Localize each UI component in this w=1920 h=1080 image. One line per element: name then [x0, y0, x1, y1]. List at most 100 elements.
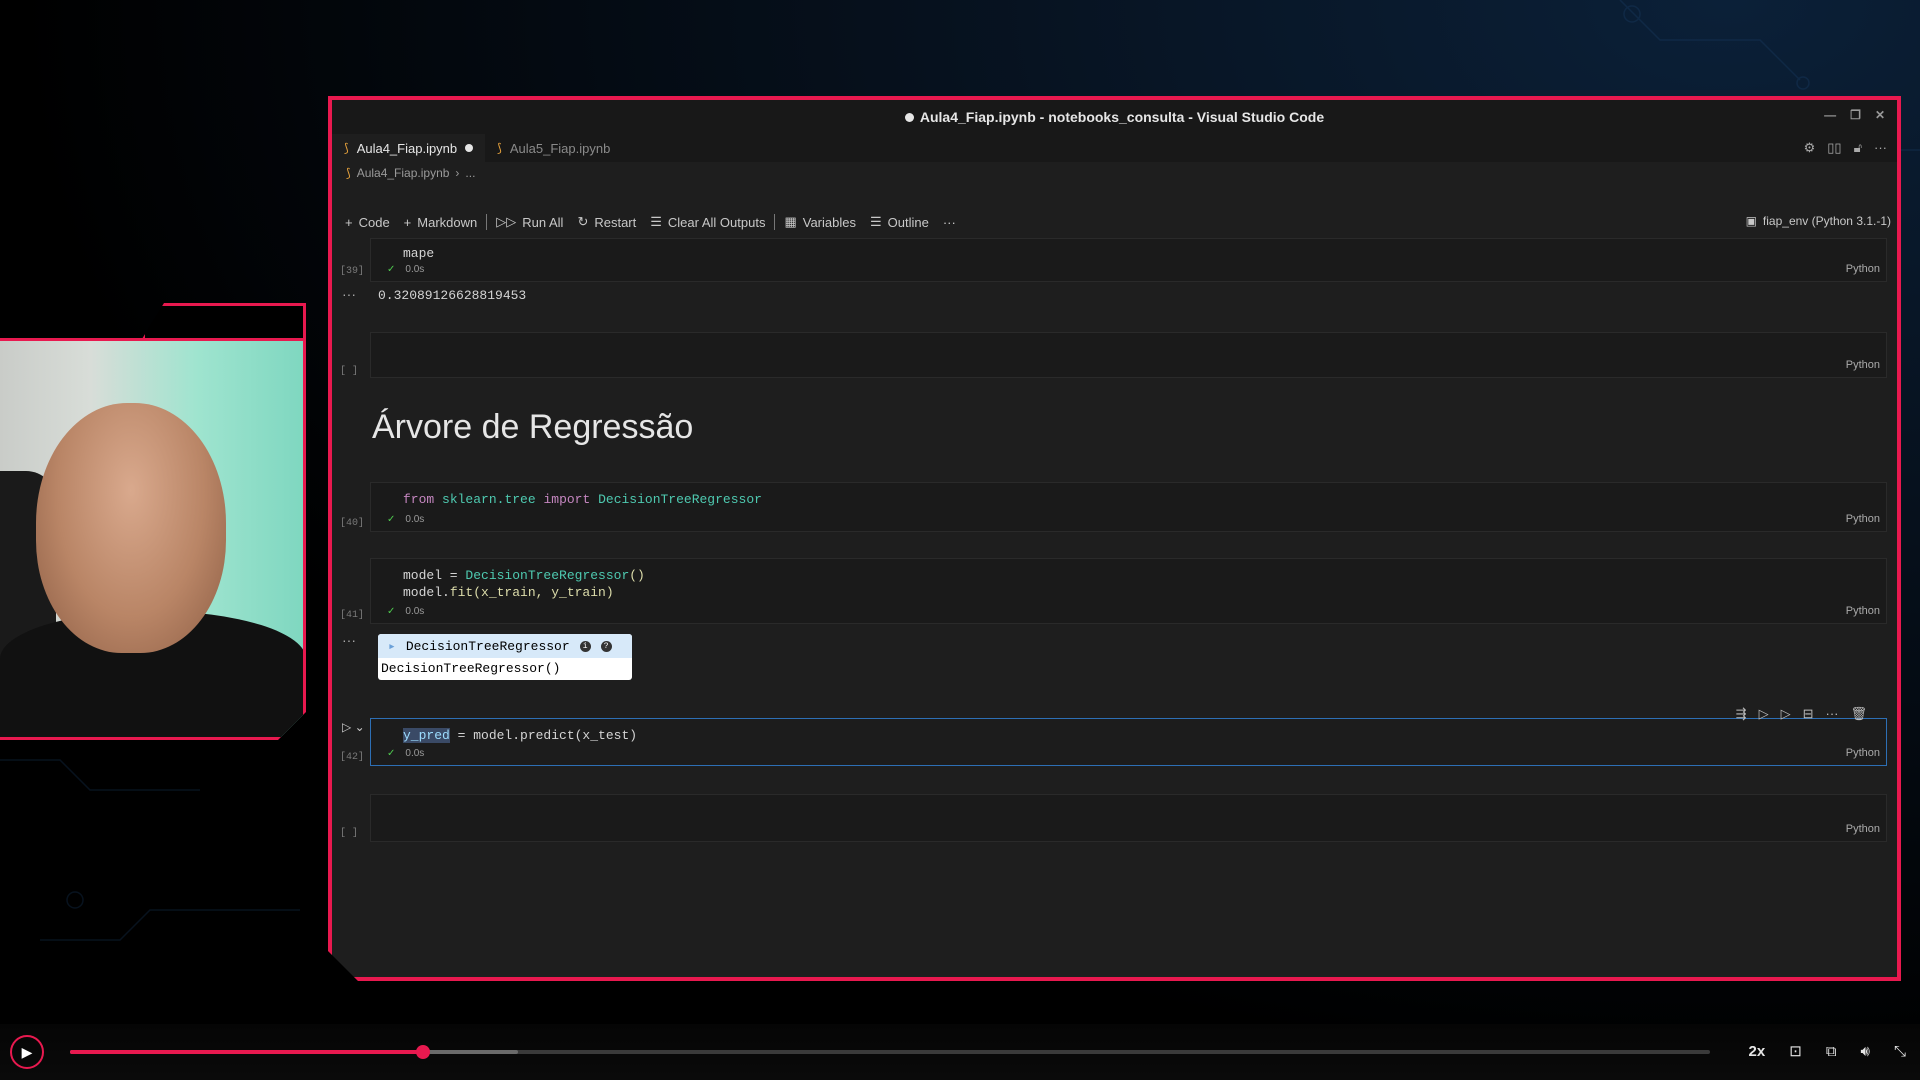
delete-cell-icon[interactable]: 🗑︎	[1850, 706, 1867, 722]
widget-body: DecisionTreeRegressor()	[381, 661, 561, 676]
cell-status: ✓ 0.0s	[387, 514, 424, 525]
code-cell-42[interactable]: y_pred = model.predict(x_test) ✓ 0.0s Py…	[370, 718, 1887, 766]
token-class: DecisionTreeRegressor	[465, 568, 630, 583]
webcam-frame-tab	[142, 303, 306, 339]
run-all-icon: ▷▷	[496, 214, 517, 229]
lock-icon[interactable]: 🔓︎	[1854, 140, 1862, 156]
more-cell-actions-icon[interactable]: ···	[1825, 706, 1838, 722]
vscode-window: Aula4_Fiap.ipynb - notebooks_consulta - …	[328, 96, 1901, 981]
restart-button[interactable]: ↻ Restart	[570, 214, 643, 230]
execution-count: [ ]	[340, 828, 359, 839]
variables-button[interactable]: ▦ Variables	[777, 214, 863, 230]
run-cell-button[interactable]: ▷ ⌄	[342, 720, 365, 734]
cell-code[interactable]: y_pred = model.predict(x_test)	[371, 719, 1886, 744]
toolbar-divider	[486, 214, 487, 230]
cell-language[interactable]: Python	[1846, 359, 1880, 371]
kernel-icon: ▣	[1745, 214, 1757, 228]
check-icon: ✓	[387, 748, 396, 759]
breadcrumb-rest[interactable]: ...	[465, 166, 475, 180]
tab-label: Aula4_Fiap.ipynb	[356, 140, 458, 156]
kernel-picker[interactable]: ▣ fiap_env (Python 3.1.-1)	[1746, 214, 1891, 228]
more-actions-icon[interactable]: ···	[1874, 140, 1887, 156]
cell-language[interactable]: Python	[1846, 823, 1880, 835]
clear-outputs-label: Clear All Outputs	[667, 214, 766, 230]
code-cell-41[interactable]: model = DecisionTreeRegressor() model.fi…	[370, 558, 1887, 624]
notebook-icon: ⟆	[346, 166, 351, 180]
estimator-output-widget[interactable]: ▸ DecisionTreeRegressor i ? DecisionTree…	[378, 634, 632, 680]
execution-count: [41]	[340, 610, 365, 621]
markdown-heading[interactable]: Árvore de Regressão	[372, 408, 693, 447]
code-cell-39[interactable]: mape ✓ 0.0s Python	[370, 238, 1887, 282]
help-icon[interactable]: ?	[601, 641, 612, 652]
empty-code-cell[interactable]: Python	[370, 794, 1887, 842]
kernel-label: fiap_env (Python 3.1.-1)	[1762, 214, 1891, 228]
webcam-video	[0, 338, 306, 740]
cell-language[interactable]: Python	[1846, 605, 1880, 617]
variables-icon: ▦	[784, 214, 797, 229]
breadcrumb-file[interactable]: Aula4_Fiap.ipynb	[357, 166, 450, 180]
settings-icon[interactable]: ⚙	[1804, 140, 1816, 156]
close-icon[interactable]: ✕	[1875, 108, 1885, 122]
presenter-head	[36, 403, 226, 653]
video-player-controls: ▶ 2x ⊡ ⧉ 🔊︎ ⤡	[0, 1024, 1920, 1080]
seek-handle[interactable]	[415, 1045, 430, 1059]
run-all-label: Run All	[522, 214, 564, 230]
more-toolbar-button[interactable]: ···	[936, 215, 963, 230]
run-all-button[interactable]: ▷▷ Run All	[489, 214, 570, 230]
token-text: ()	[629, 568, 645, 583]
window-title: Aula4_Fiap.ipynb - notebooks_consulta - …	[919, 109, 1325, 125]
cell-language[interactable]: Python	[1846, 513, 1880, 525]
widget-header[interactable]: ▸ DecisionTreeRegressor i ?	[378, 634, 632, 658]
token-import: import	[543, 492, 591, 507]
notebook-body: mape ✓ 0.0s Python [39] ··· 0.3208912662…	[332, 242, 1897, 942]
token-text: model.	[403, 585, 450, 600]
tab-aula5[interactable]: ⟆ Aula5_Fiap.ipynb	[485, 134, 622, 162]
play-button[interactable]: ▶	[10, 1035, 44, 1069]
variables-label: Variables	[802, 214, 856, 230]
picture-in-picture-icon[interactable]: ⧉	[1826, 1043, 1837, 1060]
restore-icon[interactable]: ❐	[1850, 108, 1861, 122]
split-cell-icon[interactable]: ⊟	[1803, 706, 1814, 722]
execution-count: [ ]	[340, 366, 359, 377]
fullscreen-icon[interactable]: ⤡	[1894, 1043, 1906, 1060]
execution-count: [39]	[340, 266, 365, 277]
cell-status: ✓ 0.0s	[387, 264, 424, 275]
seek-bar[interactable]	[70, 1045, 1710, 1059]
clear-all-icon: ☰	[650, 214, 662, 229]
split-editor-icon[interactable]: ▯▯	[1827, 140, 1841, 156]
tab-bar: ⟆ Aula4_Fiap.ipynb ⟆ Aula5_Fiap.ipynb ⚙ …	[332, 134, 1897, 162]
captions-icon[interactable]: ⊡	[1789, 1042, 1802, 1060]
cell-code[interactable]: mape	[371, 239, 1886, 262]
empty-code-cell[interactable]: Python	[370, 332, 1887, 378]
widget-title: DecisionTreeRegressor	[405, 638, 570, 654]
check-icon: ✓	[387, 514, 396, 525]
playback-speed-button[interactable]: 2x	[1749, 1043, 1766, 1060]
modified-dot-icon[interactable]	[465, 144, 473, 152]
cell-code[interactable]: model = DecisionTreeRegressor() model.fi…	[371, 559, 1886, 601]
code-cell-40[interactable]: from sklearn.tree import DecisionTreeReg…	[370, 482, 1887, 532]
add-code-button[interactable]: + Code	[338, 215, 397, 230]
minimize-icon[interactable]: —	[1824, 108, 1836, 122]
volume-icon[interactable]: 🔊︎	[1861, 1043, 1870, 1060]
cell-time: 0.0s	[405, 748, 425, 759]
plus-icon: +	[403, 214, 412, 230]
cell-language[interactable]: Python	[1846, 747, 1880, 759]
cell-code[interactable]: from sklearn.tree import DecisionTreeReg…	[371, 483, 1886, 508]
cell-language[interactable]: Python	[1846, 263, 1880, 275]
outline-button[interactable]: ☰ Outline	[863, 214, 936, 230]
check-icon: ✓	[387, 264, 396, 275]
tab-aula4[interactable]: ⟆ Aula4_Fiap.ipynb	[332, 134, 485, 162]
clear-outputs-button[interactable]: ☰ Clear All Outputs	[643, 214, 772, 230]
execute-above-icon[interactable]: ▷	[1759, 706, 1769, 722]
output-more-icon[interactable]: ···	[342, 632, 356, 648]
execution-count: [40]	[340, 518, 365, 529]
info-icon[interactable]: i	[580, 641, 591, 652]
run-by-line-icon[interactable]: ⇶	[1736, 706, 1747, 722]
add-markdown-button[interactable]: + Markdown	[397, 215, 485, 230]
execute-below-icon[interactable]: ▷	[1781, 706, 1791, 722]
breadcrumb: ⟆ Aula4_Fiap.ipynb › ...	[332, 162, 1897, 184]
notebook-icon: ⟆	[344, 141, 349, 155]
outline-label: Outline	[887, 214, 929, 230]
output-more-icon[interactable]: ···	[342, 286, 356, 302]
title-bar: Aula4_Fiap.ipynb - notebooks_consulta - …	[332, 100, 1897, 134]
